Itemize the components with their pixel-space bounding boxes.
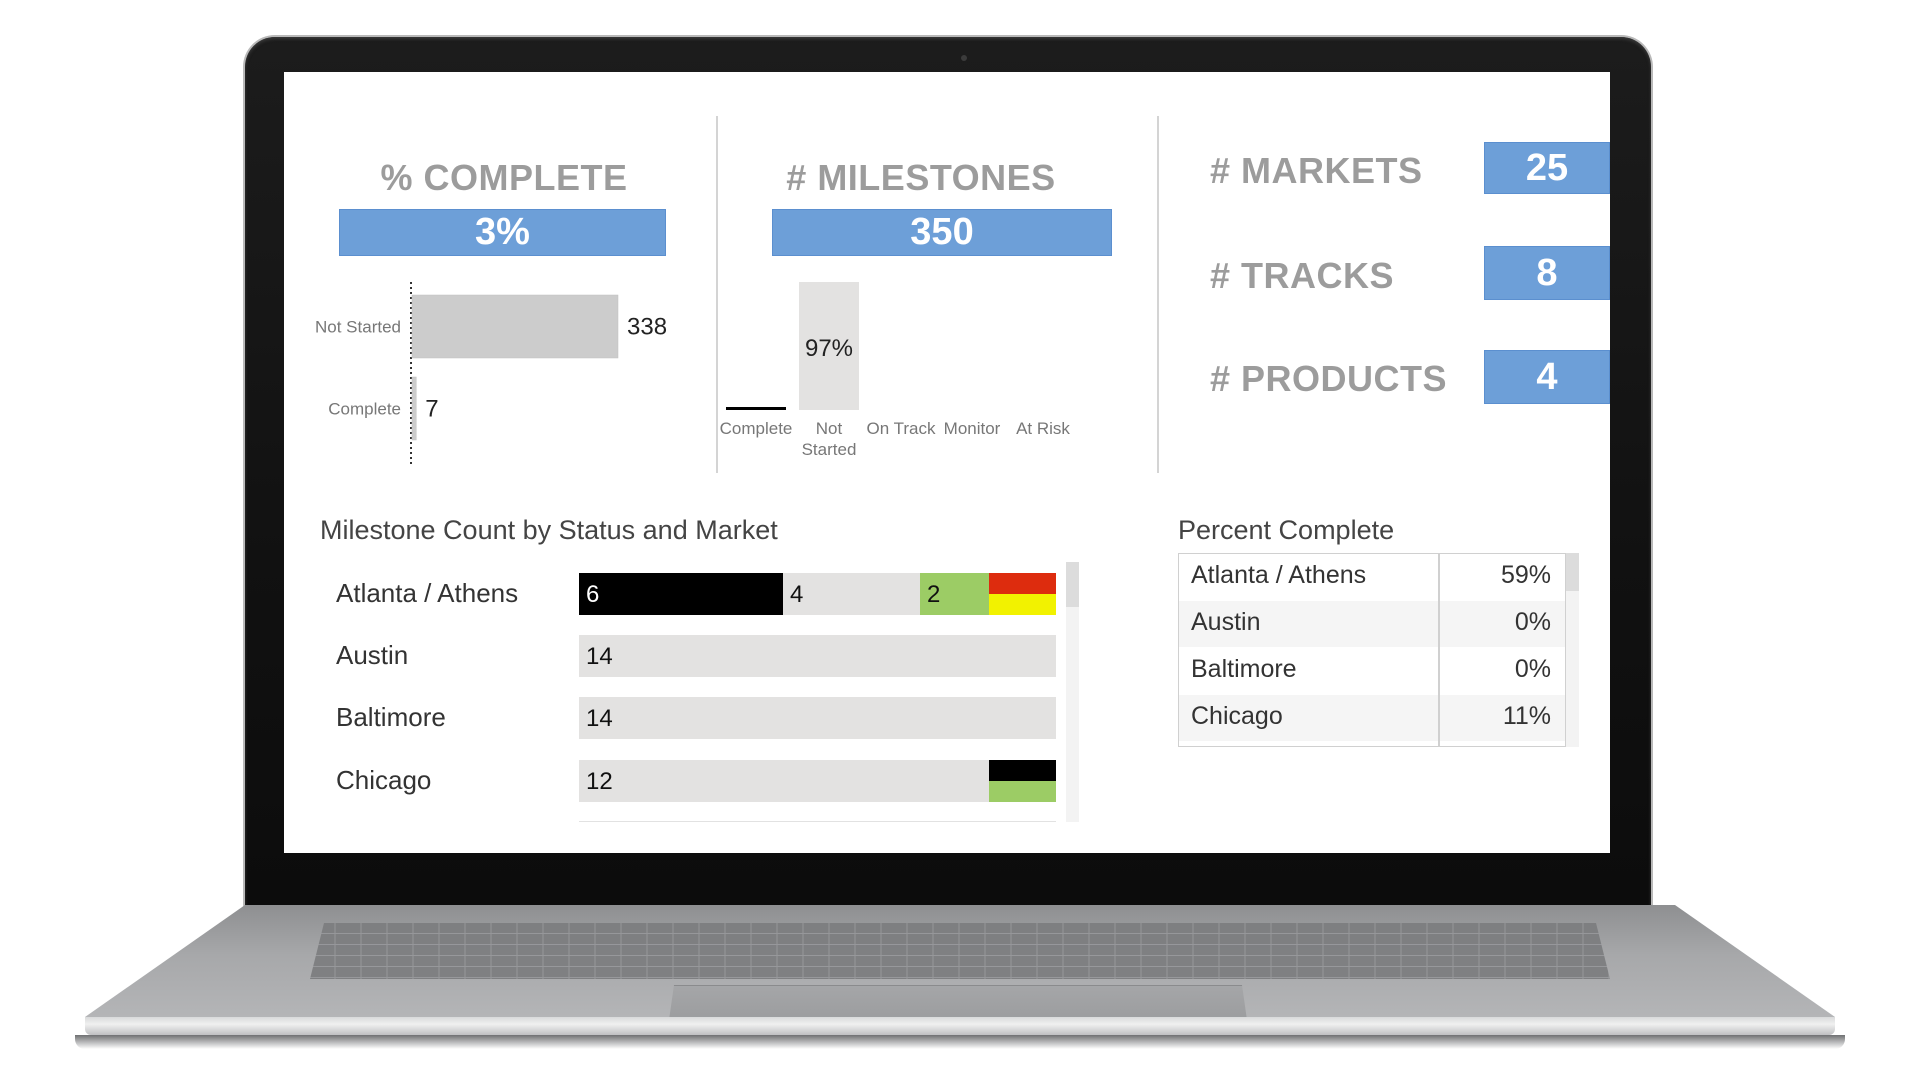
column-category-label: At Risk <box>1016 419 1070 438</box>
scrollbar-thumb[interactable] <box>1066 562 1079 607</box>
bar-value-label: 338 <box>627 314 667 341</box>
column-category-label: Not <box>816 419 843 438</box>
percent-complete-table: Atlanta / Athens 59% Austin 0% Baltimore 0% Ch… <box>1178 553 1566 747</box>
segment-value-label: 6 <box>586 581 600 608</box>
stacked-bar[interactable]: 14 <box>579 697 1056 739</box>
market-name-cell: Atlanta / Athens <box>1191 561 1367 589</box>
bar-segment-not-started[interactable]: 14 <box>579 697 1056 739</box>
bar <box>411 376 417 441</box>
market-name: Chicago <box>336 765 432 795</box>
panel-divider <box>716 116 718 473</box>
bar-segment-at-risk[interactable] <box>989 573 1056 594</box>
bar-segment-complete[interactable]: 6 <box>579 573 783 615</box>
stacked-bar[interactable]: 14 <box>579 635 1056 677</box>
segment-value-label: 12 <box>586 768 613 795</box>
status-hbar-chart: Not Started 338 Complete 7 <box>315 282 667 464</box>
markets-label: # MARKETS <box>1210 150 1423 191</box>
column-category-label: Complete <box>720 419 792 438</box>
bar-segment-on-track[interactable]: 2 <box>920 573 989 615</box>
percent-complete-value[interactable]: 3% <box>339 209 666 256</box>
bar-segment-not-started[interactable]: 12 <box>579 760 989 802</box>
percent-cell: 0% <box>1514 655 1551 683</box>
milestones-value[interactable]: 350 <box>772 209 1112 256</box>
status-column-chart: Complete 97% Not Started On Track Monitor At R… <box>720 282 1070 459</box>
laptop-front-edge <box>85 1017 1835 1035</box>
milestones-title: # MILESTONES <box>786 157 1056 198</box>
tracks-label: # TRACKS <box>1210 255 1395 296</box>
milestone-count-title: Milestone Count by Status and Market <box>320 515 778 545</box>
column-value-label: 97% <box>805 335 853 362</box>
webcam-icon <box>961 55 967 61</box>
tracks-value[interactable]: 8 <box>1484 246 1610 300</box>
column-category-label: On Track <box>867 419 936 438</box>
segment-value-label: 14 <box>586 643 613 670</box>
column-category-label: Started <box>802 440 857 459</box>
column-bar <box>726 407 786 410</box>
table-row[interactable]: Atlanta / Athens 59% <box>1179 554 1565 600</box>
table-scrollbar[interactable] <box>1566 553 1579 747</box>
bar-segment-complete[interactable] <box>989 760 1056 781</box>
segment-value-label: 14 <box>586 705 613 732</box>
bar <box>411 294 619 359</box>
market-list-scrollbar[interactable] <box>1066 562 1079 822</box>
category-label: Complete <box>328 400 401 419</box>
segment-value-label: 4 <box>790 581 804 608</box>
bar-segment-monitor[interactable] <box>989 594 1056 615</box>
table-column-divider <box>1438 554 1440 746</box>
products-label: # PRODUCTS <box>1210 358 1448 399</box>
panel-divider <box>1157 116 1159 473</box>
market-name-cell: Baltimore <box>1191 655 1297 683</box>
percent-cell: 59% <box>1500 561 1551 589</box>
products-value[interactable]: 4 <box>1484 350 1610 404</box>
bar-segment-not-started[interactable]: 4 <box>783 573 920 615</box>
column-category-label: Monitor <box>944 419 1001 438</box>
keyboard <box>310 923 1610 979</box>
percent-complete-table-title: Percent Complete <box>1178 515 1395 545</box>
laptop-shadow <box>75 1035 1845 1049</box>
table-row[interactable]: Chicago 11% <box>1179 695 1565 741</box>
percent-cell: 0% <box>1514 608 1551 636</box>
markets-value[interactable]: 25 <box>1484 142 1610 194</box>
list-bottom-divider <box>579 821 1056 822</box>
market-name: Atlanta / Athens <box>336 578 519 608</box>
percent-cell: 11% <box>1502 702 1551 730</box>
market-name-cell: Chicago <box>1191 702 1283 730</box>
bar-segment-not-started[interactable]: 14 <box>579 635 1056 677</box>
scrollbar-thumb[interactable] <box>1566 553 1579 591</box>
percent-complete-title: % COMPLETE <box>380 157 628 198</box>
bar-value-label: 7 <box>425 396 438 423</box>
market-name: Austin <box>336 640 409 670</box>
segment-value-label: 2 <box>927 581 941 608</box>
bar-segment-on-track[interactable] <box>989 781 1056 802</box>
market-name: Baltimore <box>336 702 446 732</box>
market-name-cell: Austin <box>1191 608 1261 636</box>
table-row[interactable]: Baltimore 0% <box>1179 648 1565 694</box>
stacked-bar[interactable]: 6 4 2 <box>579 573 1056 615</box>
table-row[interactable]: Austin 0% <box>1179 601 1565 647</box>
category-label: Not Started <box>315 318 401 337</box>
stacked-bar[interactable]: 12 <box>579 760 1056 802</box>
dashboard-screen: % COMPLETE 3% Not Started 338 Complete 7 # … <box>284 72 1610 853</box>
